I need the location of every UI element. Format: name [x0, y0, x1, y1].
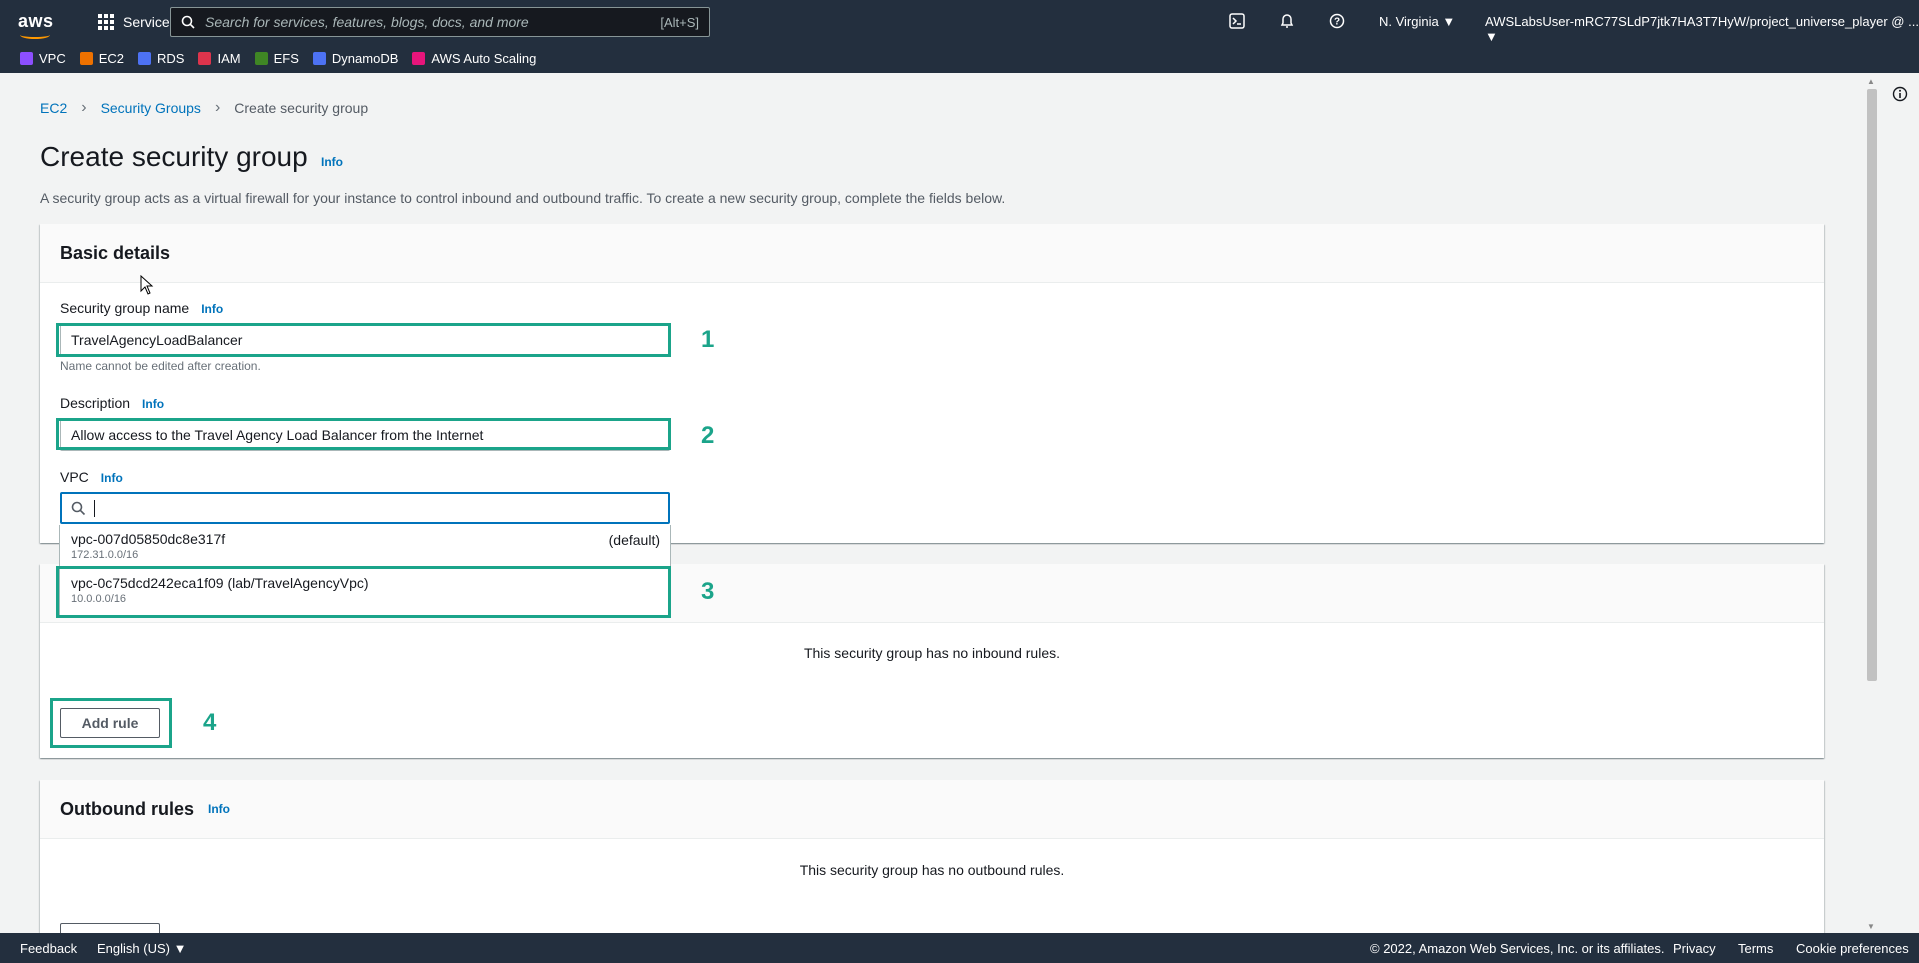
- breadcrumb-current: Create security group: [234, 100, 369, 116]
- step-2-highlight: [56, 418, 671, 450]
- svg-text:?: ?: [1334, 17, 1340, 28]
- step-2-number: 2: [701, 422, 715, 449]
- search-input[interactable]: Search for services, features, blogs, do…: [170, 7, 710, 37]
- basic-details-panel: Basic details Security group name Info Tr…: [40, 224, 1824, 543]
- grid-icon: [98, 13, 114, 30]
- search-icon: [71, 501, 86, 515]
- terms-link[interactable]: Terms: [1738, 941, 1773, 956]
- page-title: Create security group: [40, 141, 308, 172]
- copyright: © 2022, Amazon Web Services, Inc. or its…: [1370, 940, 1665, 956]
- favorite-rds[interactable]: RDS: [138, 51, 184, 66]
- privacy-link[interactable]: Privacy: [1673, 941, 1716, 956]
- outbound-rules-heading: Outbound rules: [60, 798, 194, 819]
- favorite-efs[interactable]: EFS: [254, 51, 299, 66]
- mouse-cursor-icon: [140, 274, 154, 300]
- autoscaling-icon: [412, 51, 426, 65]
- vpc-option-id: vpc-007d05850dc8e317f: [71, 531, 226, 547]
- favorite-ec2[interactable]: EC2: [79, 51, 124, 66]
- favorite-dynamodb[interactable]: DynamoDB: [312, 51, 398, 66]
- breadcrumb: EC2 › Security Groups › Create security …: [40, 99, 368, 117]
- notifications-bell-icon[interactable]: [1276, 10, 1298, 32]
- breadcrumb-security-groups[interactable]: Security Groups: [101, 100, 201, 116]
- breadcrumb-ec2[interactable]: EC2: [40, 100, 67, 116]
- scroll-up-icon[interactable]: ▲: [1867, 77, 1875, 86]
- aws-logo[interactable]: aws: [18, 11, 66, 39]
- vpc-option-default[interactable]: vpc-007d05850dc8e317f 172.31.0.0/16 (def…: [60, 531, 670, 561]
- top-navigation: aws Services Search for services, featur…: [0, 0, 1919, 73]
- cloudshell-icon[interactable]: [1226, 10, 1248, 32]
- step-1-number: 1: [701, 326, 715, 353]
- services-menu-button[interactable]: Services: [98, 13, 177, 30]
- security-group-name-label: Security group name Info: [60, 300, 224, 316]
- text-cursor: [94, 499, 95, 517]
- outbound-empty-message: This security group has no outbound rule…: [799, 862, 1065, 878]
- efs-icon: [254, 51, 268, 65]
- vpc-default-tag: (default): [608, 532, 660, 548]
- page-scrollbar[interactable]: ▲ ▼: [1864, 77, 1878, 933]
- chevron-right-icon: ›: [81, 99, 87, 116]
- step-4-number: 4: [203, 709, 217, 736]
- basic-details-heading: Basic details: [60, 242, 171, 263]
- vpc-search-input[interactable]: [60, 492, 670, 524]
- dynamodb-icon: [312, 51, 326, 65]
- cookie-preferences-link[interactable]: Cookie preferences: [1796, 941, 1909, 956]
- region-selector[interactable]: N. Virginia ▼: [1379, 14, 1455, 29]
- scrollbar-thumb[interactable]: [1867, 89, 1877, 681]
- vpc-info-link[interactable]: Info: [101, 471, 123, 485]
- language-selector[interactable]: English (US) ▼: [97, 941, 186, 956]
- footer: Feedback English (US) ▼ © 2022, Amazon W…: [0, 933, 1919, 963]
- scroll-down-icon[interactable]: ▼: [1867, 922, 1875, 931]
- caret-down-icon: ▼: [1485, 29, 1498, 44]
- title-info-link[interactable]: Info: [321, 155, 343, 169]
- info-panel-icon[interactable]: [1892, 86, 1908, 107]
- favorites-bar: VPC EC2 RDS IAM EFS DynamoDB AWS Auto Sc…: [0, 43, 1919, 73]
- iam-icon: [198, 51, 212, 65]
- step-3-number: 3: [701, 578, 715, 605]
- favorite-iam[interactable]: IAM: [198, 51, 241, 66]
- inbound-empty-message: This security group has no inbound rules…: [803, 645, 1061, 661]
- services-label: Services: [123, 13, 177, 30]
- step-3-highlight: [56, 566, 671, 618]
- vpc-icon: [20, 51, 33, 65]
- step-1-highlight: [56, 323, 671, 357]
- description-label: Description Info: [60, 395, 165, 411]
- name-info-link[interactable]: Info: [201, 302, 223, 316]
- step-4-highlight: [50, 698, 172, 748]
- vpc-option-cidr: 172.31.0.0/16: [71, 549, 139, 561]
- search-icon: [181, 15, 195, 29]
- search-placeholder: Search for services, features, blogs, do…: [205, 14, 529, 30]
- favorite-auto-scaling[interactable]: AWS Auto Scaling: [412, 51, 536, 66]
- outbound-info-link[interactable]: Info: [208, 802, 230, 816]
- chevron-right-icon: ›: [214, 99, 221, 116]
- account-menu[interactable]: AWSLabsUser-mRC77SLdP7jtk7HA3T7HyW/proje…: [1485, 14, 1919, 44]
- search-shortcut: [Alt+S]: [660, 14, 699, 30]
- rds-icon: [138, 51, 152, 65]
- caret-down-icon: ▼: [1442, 14, 1456, 29]
- caret-down-icon: ▼: [173, 940, 187, 956]
- name-hint: Name cannot be edited after creation.: [60, 359, 261, 373]
- feedback-link[interactable]: Feedback: [20, 941, 77, 956]
- favorite-vpc[interactable]: VPC: [20, 51, 66, 66]
- description-info-link[interactable]: Info: [142, 397, 164, 411]
- help-icon[interactable]: ?: [1326, 10, 1348, 32]
- page-description: A security group acts as a virtual firew…: [40, 190, 1006, 206]
- vpc-label: VPC Info: [60, 469, 123, 485]
- ec2-icon: [79, 51, 93, 65]
